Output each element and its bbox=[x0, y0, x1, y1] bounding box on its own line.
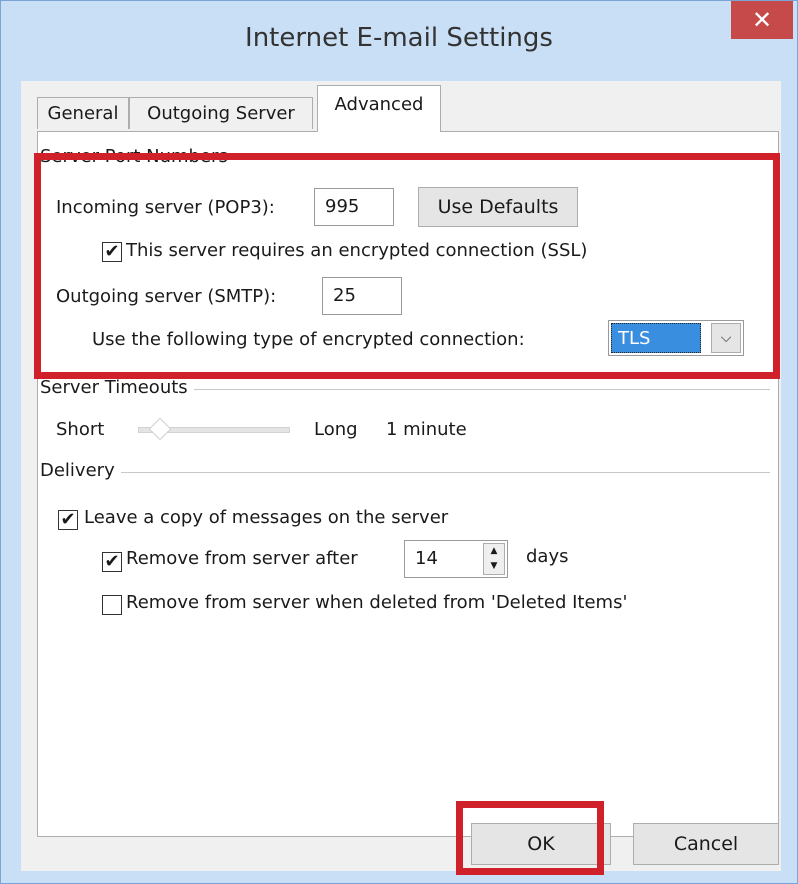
outgoing-port-input[interactable]: 25 bbox=[322, 277, 402, 315]
spin-down-icon[interactable]: ▼ bbox=[484, 559, 504, 574]
encryption-type-label: Use the following type of encrypted conn… bbox=[92, 329, 525, 350]
remove-deleted-checkbox[interactable] bbox=[102, 595, 122, 615]
leave-copy-checkbox[interactable]: ✔ bbox=[58, 510, 78, 530]
remove-deleted-label: Remove from server when deleted from 'De… bbox=[126, 592, 628, 613]
timeout-long-label: Long bbox=[314, 419, 358, 440]
dialog-title: Internet E-mail Settings bbox=[245, 23, 553, 53]
ok-button[interactable]: OK bbox=[471, 823, 611, 865]
timeout-value: 1 minute bbox=[386, 419, 467, 440]
remove-after-label: Remove from server after bbox=[126, 548, 358, 569]
remove-after-days-spinner[interactable]: 14 ▲ ▼ bbox=[404, 540, 508, 578]
dialog-client-area: General Outgoing Server Advanced Server … bbox=[21, 81, 781, 871]
tab-general[interactable]: General bbox=[37, 97, 129, 129]
chevron-down-icon[interactable]: ⌵ bbox=[711, 323, 741, 353]
close-button[interactable]: ✕ bbox=[731, 1, 793, 39]
remove-after-days-value: 14 bbox=[415, 548, 438, 569]
timeout-short-label: Short bbox=[56, 419, 105, 440]
encryption-type-select[interactable]: TLS ⌵ bbox=[608, 320, 744, 356]
ssl-checkbox-label: This server requires an encrypted connec… bbox=[126, 240, 588, 261]
checkmark-icon: ✔ bbox=[60, 509, 76, 530]
outgoing-server-label: Outgoing server (SMTP): bbox=[56, 286, 277, 307]
server-port-numbers-heading: Server Port Numbers bbox=[40, 146, 234, 167]
incoming-port-input[interactable]: 995 bbox=[314, 188, 394, 226]
email-settings-dialog: Internet E-mail Settings ✕ General Outgo… bbox=[0, 0, 798, 884]
use-defaults-button[interactable]: Use Defaults bbox=[418, 187, 578, 227]
encryption-type-value: TLS bbox=[611, 323, 701, 353]
delivery-heading: Delivery bbox=[40, 460, 121, 481]
checkmark-icon: ✔ bbox=[104, 241, 120, 262]
days-label: days bbox=[526, 546, 569, 567]
server-timeouts-heading: Server Timeouts bbox=[40, 377, 194, 398]
ssl-checkbox[interactable]: ✔ bbox=[102, 242, 122, 262]
tab-outgoing-server[interactable]: Outgoing Server bbox=[129, 97, 313, 129]
timeout-slider-thumb[interactable] bbox=[148, 417, 171, 441]
incoming-server-label: Incoming server (POP3): bbox=[56, 197, 275, 218]
tab-advanced[interactable]: Advanced bbox=[317, 85, 441, 132]
advanced-tab-panel: Server Port Numbers Incoming server (POP… bbox=[37, 131, 779, 837]
group-divider bbox=[48, 472, 770, 473]
close-icon: ✕ bbox=[751, 6, 773, 34]
spinner-buttons[interactable]: ▲ ▼ bbox=[483, 543, 505, 575]
remove-after-checkbox[interactable]: ✔ bbox=[102, 552, 122, 572]
leave-copy-label: Leave a copy of messages on the server bbox=[84, 507, 449, 528]
checkmark-icon: ✔ bbox=[104, 551, 120, 572]
cancel-button[interactable]: Cancel bbox=[633, 823, 779, 865]
spin-up-icon[interactable]: ▲ bbox=[484, 544, 504, 559]
title-bar: Internet E-mail Settings ✕ bbox=[1, 1, 797, 81]
